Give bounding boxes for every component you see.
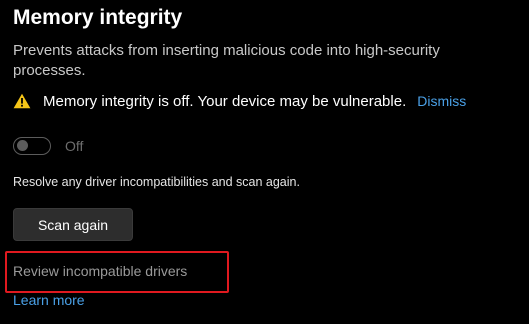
- warning-text: Memory integrity is off. Your device may…: [43, 92, 407, 110]
- warning-icon: [13, 93, 31, 109]
- toggle-state-label: Off: [65, 138, 84, 154]
- toggle-knob: [17, 140, 28, 151]
- memory-integrity-panel: Memory integrity Prevents attacks from i…: [0, 0, 529, 324]
- memory-integrity-toggle-row: Off: [13, 136, 83, 156]
- scan-again-button[interactable]: Scan again: [13, 208, 133, 241]
- page-title: Memory integrity: [13, 6, 183, 29]
- review-incompatible-drivers-link[interactable]: Review incompatible drivers: [13, 263, 187, 279]
- learn-more-link[interactable]: Learn more: [13, 292, 85, 308]
- section-description: Prevents attacks from inserting maliciou…: [13, 42, 440, 79]
- warning-banner: Memory integrity is off. Your device may…: [13, 91, 466, 111]
- memory-integrity-toggle[interactable]: [13, 137, 51, 155]
- dismiss-link[interactable]: Dismiss: [417, 93, 466, 109]
- resolve-instructions: Resolve any driver incompatibilities and…: [13, 175, 300, 189]
